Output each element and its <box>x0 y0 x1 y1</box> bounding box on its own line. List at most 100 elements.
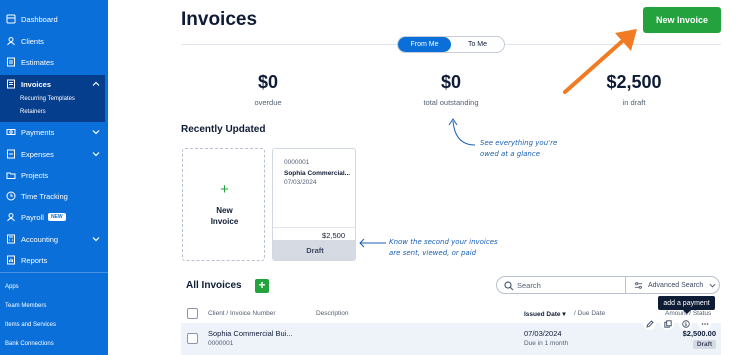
invoice-card[interactable]: 0000001 Sophia Commercial... 07/03/2024 … <box>272 148 356 261</box>
sidebar-item-payments[interactable]: Payments <box>0 122 108 142</box>
sidebar-item-label: Accounting <box>21 234 59 244</box>
filter-icon <box>634 281 643 289</box>
duplicate-button[interactable] <box>661 317 674 330</box>
page-title: Invoices <box>181 9 258 30</box>
invoice-number: 0000001 <box>284 159 310 166</box>
new-badge: NEW <box>47 213 66 221</box>
new-invoice-button[interactable]: New Invoice <box>643 7 721 33</box>
column-description[interactable]: Description <box>316 310 349 317</box>
chevron-down-icon[interactable] <box>92 235 100 243</box>
status-badge: Draft <box>692 340 716 349</box>
payments-icon <box>6 127 16 137</box>
chevron-down-icon[interactable] <box>92 128 100 136</box>
projects-icon <box>6 170 16 180</box>
new-invoice-card-label: New Invoice <box>183 205 266 227</box>
row-checkbox[interactable] <box>187 333 198 344</box>
sidebar-item-reports[interactable]: Reports <box>0 250 108 270</box>
chevron-down-icon[interactable] <box>92 150 100 158</box>
invoices-icon <box>6 79 16 89</box>
svg-text:$: $ <box>684 321 687 327</box>
column-due-date[interactable]: / Due Date <box>574 310 605 317</box>
toggle-from-me[interactable]: From Me <box>398 37 451 52</box>
invoice-amount: $2,500 <box>322 231 345 240</box>
column-issued-date[interactable]: Issued Date ▾ <box>524 310 566 318</box>
sidebar-link-apps[interactable]: Apps <box>5 284 19 290</box>
sidebar-item-payroll[interactable]: Payroll NEW <box>0 207 108 227</box>
sidebar-subitem-recurring-templates[interactable]: Recurring Templates <box>20 96 75 102</box>
select-all-checkbox[interactable] <box>187 308 198 319</box>
sidebar-item-label: Payroll <box>21 212 44 222</box>
total-outstanding-label: total outstanding <box>423 98 479 107</box>
new-card-line: Invoice <box>210 217 239 226</box>
sidebar-item-label: Estimates <box>21 57 54 67</box>
recently-updated-title: Recently Updated <box>181 124 266 135</box>
sidebar-item-accounting[interactable]: Accounting <box>0 229 108 249</box>
left-arrow-icon <box>359 238 386 248</box>
annotation-line: owed at a glance <box>480 150 541 158</box>
new-invoice-card[interactable]: + New Invoice <box>182 148 265 261</box>
sidebar-item-estimates[interactable]: Estimates <box>0 52 108 72</box>
invoice-date: 07/03/2024 <box>284 179 317 186</box>
table-row[interactable]: Sophia Commercial Bui... 0000001 07/03/2… <box>181 317 721 355</box>
search-input[interactable] <box>517 279 617 291</box>
annotation-glance: See everything you're owed at a glance <box>480 138 557 160</box>
sidebar-link-items-and-services[interactable]: Items and Services <box>5 322 56 328</box>
sidebar-item-label: Expenses <box>21 149 54 159</box>
overdue-label: overdue <box>254 98 282 107</box>
sidebar-subitem-retainers[interactable]: Retainers <box>20 109 46 115</box>
sidebar-item-label: Payments <box>21 127 55 137</box>
table-header: Client / Invoice Number Description Issu… <box>181 306 721 322</box>
column-client[interactable]: Client / Invoice Number <box>208 310 276 317</box>
annotation-line: Know the second your invoices <box>389 238 498 246</box>
sidebar-item-clients[interactable]: Clients <box>0 31 108 51</box>
search-icon <box>504 281 514 291</box>
sidebar-item-invoices[interactable]: Invoices <box>0 74 108 94</box>
sort-desc-icon: ▾ <box>562 311 566 318</box>
row-issued-date: 07/03/2024 <box>524 329 562 338</box>
accounting-icon <box>6 234 16 244</box>
card-divider <box>273 227 355 228</box>
add-invoice-button[interactable]: + <box>255 279 269 293</box>
sidebar: Dashboard Clients Estimates Invoices Rec… <box>0 0 108 355</box>
sidebar-link-bank-connections[interactable]: Bank Connections <box>5 341 54 347</box>
annotation-line: are sent, viewed, or paid <box>389 249 477 257</box>
status-badge: Draft <box>273 240 355 260</box>
chevron-down-icon <box>709 283 716 288</box>
sidebar-item-dashboard[interactable]: Dashboard <box>0 9 108 29</box>
edit-button[interactable] <box>643 317 656 330</box>
row-due-date: Due in 1 month <box>524 340 569 347</box>
row-amount: $2,500.00 <box>682 329 716 338</box>
in-draft-label: in draft <box>622 98 646 107</box>
copy-icon <box>663 319 672 328</box>
expenses-icon <box>6 149 16 159</box>
sidebar-item-label: Reports <box>21 255 48 265</box>
sidebar-item-label: Projects <box>21 170 49 180</box>
sidebar-item-expenses[interactable]: Expenses <box>0 144 108 164</box>
plus-icon: + <box>220 181 229 198</box>
sidebar-link-team-members[interactable]: Team Members <box>5 303 46 309</box>
dollar-icon: $ <box>681 319 690 327</box>
clients-icon <box>6 36 16 46</box>
advanced-search-button[interactable]: Advanced Search <box>625 276 720 294</box>
row-invoice-number: 0000001 <box>208 340 234 347</box>
sidebar-item-time-tracking[interactable]: Time Tracking <box>0 186 108 206</box>
sidebar-item-label: Time Tracking <box>21 191 68 201</box>
toggle-to-me[interactable]: To Me <box>451 37 504 52</box>
annotation-status: Know the second your invoices are sent, … <box>389 237 498 259</box>
sidebar-item-projects[interactable]: Projects <box>0 165 108 185</box>
sidebar-item-label: Invoices <box>21 79 52 89</box>
curved-arrow-icon <box>448 118 476 146</box>
add-payment-button[interactable]: $ <box>679 317 692 330</box>
from-to-toggle[interactable]: From Me To Me <box>397 36 505 53</box>
sidebar-divider <box>0 272 108 273</box>
sidebar-item-label: Dashboard <box>21 14 58 24</box>
dashboard-icon <box>6 14 16 24</box>
chevron-up-icon[interactable] <box>92 80 100 88</box>
sidebar-item-label: Clients <box>21 36 44 46</box>
annotation-line: See everything you're <box>480 139 558 147</box>
invoice-client: Sophia Commercial... <box>284 170 351 177</box>
clock-icon <box>6 191 16 201</box>
pencil-icon <box>645 319 654 328</box>
more-options-button[interactable] <box>698 317 711 330</box>
row-client: Sophia Commercial Bui... <box>208 329 293 338</box>
